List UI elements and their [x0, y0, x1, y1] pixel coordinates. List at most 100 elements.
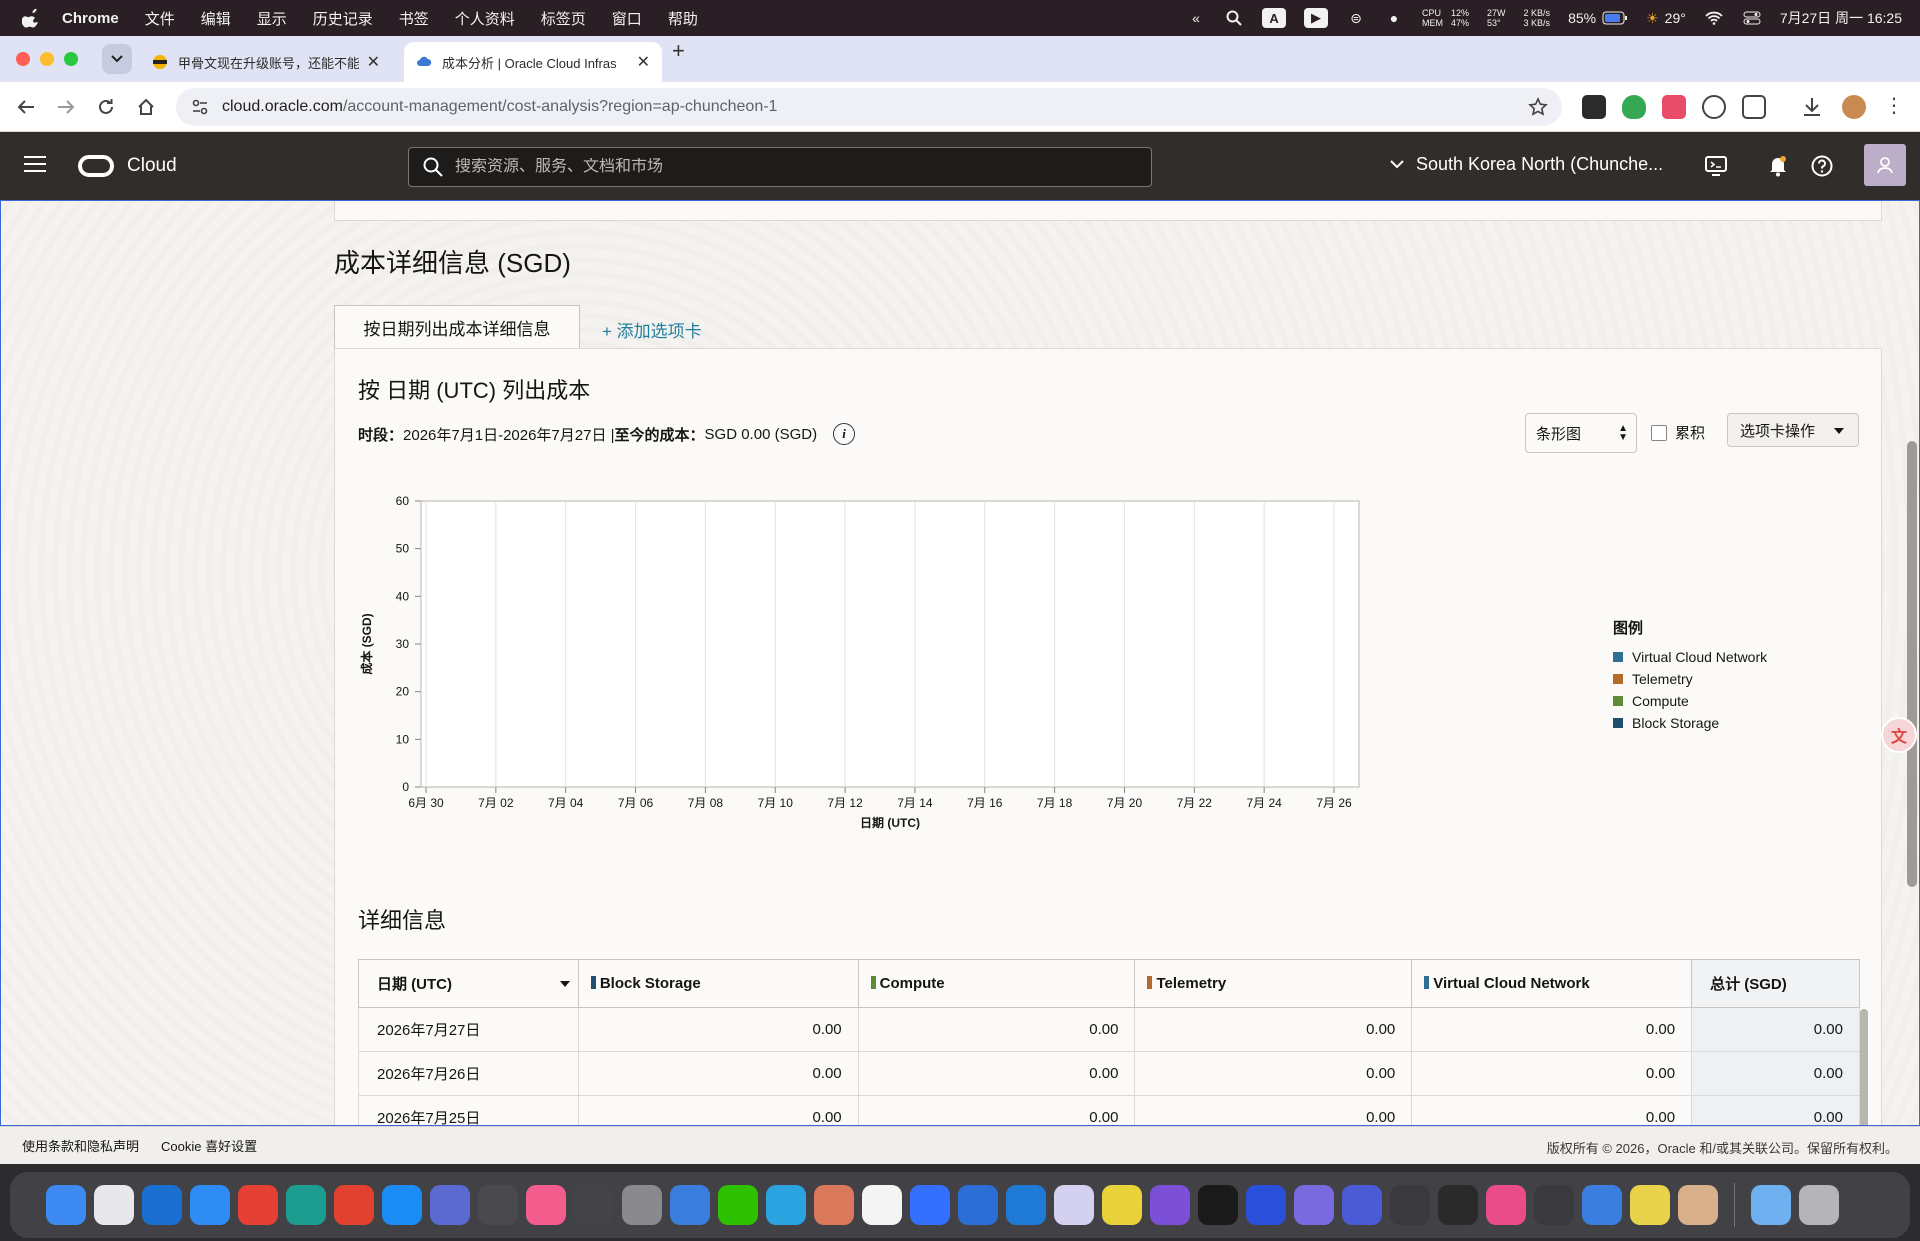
shield-extension-icon[interactable] [1622, 95, 1646, 119]
browser-tab[interactable]: 甲骨文现在升级账号，还能不能 ✕ [140, 42, 392, 82]
column-header-date[interactable]: 日期 (UTC) [358, 959, 579, 1008]
double-chevron-left-icon[interactable]: « [1186, 8, 1206, 28]
menu-history[interactable]: 历史记录 [313, 8, 373, 29]
oci-search-box[interactable] [408, 147, 1152, 187]
dock-chrome-icon[interactable] [238, 1185, 278, 1225]
menu-bookmarks[interactable]: 书签 [399, 8, 429, 29]
window-minimize-button[interactable] [40, 52, 54, 66]
column-header-telemetry[interactable]: Telemetry [1134, 959, 1413, 1008]
tab-close-icon[interactable]: ✕ [367, 52, 380, 72]
translate-extension-icon[interactable] [1662, 95, 1686, 119]
chart-type-select[interactable]: 条形图 ▲ ▼ [1525, 413, 1637, 453]
oci-search-input[interactable] [455, 158, 1135, 176]
dock-outlook-icon[interactable] [142, 1185, 182, 1225]
spotlight-search-icon[interactable] [1224, 8, 1244, 28]
legend-item[interactable]: Virtual Cloud Network [1613, 646, 1767, 668]
column-header-total[interactable]: 总计 (SGD) [1691, 959, 1860, 1008]
terms-link[interactable]: 使用条款和隐私声明 [22, 1136, 139, 1155]
window-zoom-button[interactable] [64, 52, 78, 66]
dock-notes-board-icon[interactable] [478, 1185, 518, 1225]
menu-app-name[interactable]: Chrome [62, 10, 119, 27]
info-icon[interactable]: i [833, 423, 856, 445]
download-icon[interactable] [1800, 95, 1824, 119]
tab-actions-button[interactable]: 选项卡操作 [1727, 413, 1859, 447]
home-icon[interactable] [134, 95, 158, 119]
oracle-logo-icon[interactable] [78, 155, 114, 177]
page-scrollbar[interactable] [1907, 441, 1917, 887]
dock-trash-icon[interactable] [1799, 1185, 1839, 1225]
puzzle-extensions-icon[interactable] [1742, 95, 1766, 119]
dock-avatar-app-icon[interactable] [1678, 1185, 1718, 1225]
dock-bilibili-icon[interactable] [526, 1185, 566, 1225]
user-profile-button[interactable] [1864, 144, 1906, 186]
column-header-block-storage[interactable]: Block Storage [577, 959, 859, 1008]
menubar-clock[interactable]: 7月27日 周一 16:25 [1780, 8, 1902, 28]
address-bar[interactable]: cloud.oracle.com/account-management/cost… [176, 88, 1562, 126]
weather-icon[interactable]: ☀ [1646, 10, 1659, 27]
kebab-menu-icon[interactable]: ⋮ [1882, 95, 1906, 119]
input-method-icon[interactable]: A [1262, 8, 1287, 28]
menu-window[interactable]: 窗口 [612, 8, 642, 29]
dock-launchpad-icon[interactable] [94, 1185, 134, 1225]
new-tab-plus-icon[interactable]: + [672, 38, 685, 64]
dock-obsidian-icon[interactable] [1150, 1185, 1190, 1225]
battery-icon[interactable] [1602, 8, 1628, 28]
window-close-button[interactable] [16, 52, 30, 66]
tab-cost-by-date[interactable]: 按日期列出成本详细信息 [334, 305, 580, 349]
dock-safari-icon[interactable] [190, 1185, 230, 1225]
dock-folder-icon[interactable] [1751, 1185, 1791, 1225]
dock-wps-icon[interactable] [334, 1185, 374, 1225]
dock-activity-monitor-icon[interactable] [1438, 1185, 1478, 1225]
notification-bell-icon[interactable] [1766, 154, 1790, 178]
dock-blue-app-icon[interactable] [1582, 1185, 1622, 1225]
menu-view[interactable]: 显示 [257, 8, 287, 29]
apple-icon[interactable] [22, 8, 42, 28]
hamburger-menu-icon[interactable] [24, 156, 46, 174]
clipboard-app-icon[interactable]: ⊜ [1346, 8, 1366, 28]
dock-video-play-icon[interactable] [1390, 1185, 1430, 1225]
dock-lark-icon[interactable] [910, 1185, 950, 1225]
browser-tab-active[interactable]: 成本分析 | Oracle Cloud Infras ✕ [404, 42, 662, 82]
dock-system-settings-icon[interactable] [622, 1185, 662, 1225]
menu-help[interactable]: 帮助 [668, 8, 698, 29]
dock-app-store-icon[interactable] [382, 1185, 422, 1225]
dock-lasso-icon[interactable] [1342, 1185, 1382, 1225]
cumulative-checkbox[interactable] [1651, 424, 1667, 441]
menu-edit[interactable]: 编辑 [201, 8, 231, 29]
menu-file[interactable]: 文件 [145, 8, 175, 29]
legend-item[interactable]: Telemetry [1613, 668, 1767, 690]
control-center-icon[interactable] [1742, 8, 1762, 28]
dock-finder-icon[interactable] [46, 1185, 86, 1225]
column-header-vcn[interactable]: Virtual Cloud Network [1411, 959, 1693, 1008]
dock-vpn-app-icon[interactable] [1630, 1185, 1670, 1225]
region-selector[interactable]: South Korea North (Chunche... [1390, 154, 1663, 175]
cloud-shell-icon[interactable] [1704, 154, 1728, 178]
openai-extension-icon[interactable] [1702, 95, 1726, 119]
oci-brand[interactable]: Cloud [127, 155, 177, 177]
extension-icon[interactable] [1582, 95, 1606, 119]
sort-caret-icon[interactable] [559, 981, 570, 987]
profile-avatar-icon[interactable] [1842, 95, 1866, 119]
dock-mail-icon[interactable] [958, 1185, 998, 1225]
dock-telegram-icon[interactable] [766, 1185, 806, 1225]
dock-circle-app-icon[interactable] [1294, 1185, 1334, 1225]
translate-float-icon[interactable]: 文 [1881, 717, 1917, 753]
dock-chatgpt-icon[interactable] [574, 1185, 614, 1225]
reload-icon[interactable] [94, 95, 118, 119]
dock-yellow-app-icon[interactable] [1102, 1185, 1142, 1225]
back-arrow-icon[interactable] [14, 95, 38, 119]
menu-profiles[interactable]: 个人资料 [455, 8, 515, 29]
dock-paper-plane-icon[interactable] [670, 1185, 710, 1225]
dock-edge-icon[interactable] [286, 1185, 326, 1225]
wifi-icon[interactable] [1704, 8, 1724, 28]
cumulative-toggle[interactable]: 累积 [1651, 422, 1705, 443]
cursor-app-icon[interactable]: ▶ [1304, 8, 1329, 28]
legend-item[interactable]: Block Storage [1613, 712, 1767, 734]
dock-vscode-icon[interactable] [1006, 1185, 1046, 1225]
site-info-icon[interactable] [190, 97, 210, 117]
dock-claude-icon[interactable] [814, 1185, 854, 1225]
dock-waveform-icon[interactable] [1198, 1185, 1238, 1225]
dock-game-controller-icon[interactable] [430, 1185, 470, 1225]
tab-close-icon[interactable]: ✕ [637, 52, 650, 72]
dock-wechat-icon[interactable] [718, 1185, 758, 1225]
